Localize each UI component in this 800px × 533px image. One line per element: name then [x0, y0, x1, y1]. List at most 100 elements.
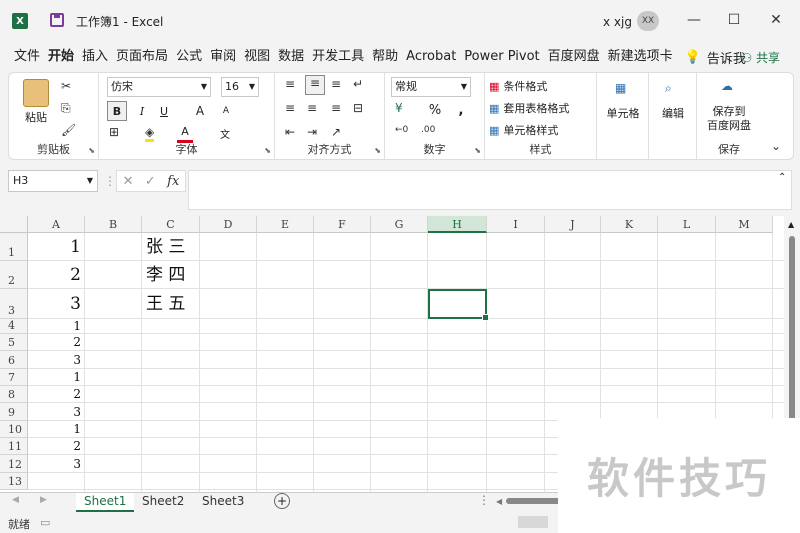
column-header-f[interactable]: F [314, 216, 371, 233]
phonetic-button[interactable]: 文 [217, 123, 233, 143]
column-header-b[interactable]: B [85, 216, 142, 233]
user-name[interactable]: x xjg [603, 15, 632, 29]
align-middle-icon[interactable]: ≡ [305, 75, 325, 95]
column-header-c[interactable]: C [142, 216, 200, 233]
increase-indent-icon[interactable]: ⇥ [307, 125, 317, 139]
row-header-8[interactable]: 8 [0, 386, 28, 403]
cells-button[interactable]: 单元格 [597, 105, 649, 121]
tab-sheet3[interactable]: Sheet3 [194, 493, 252, 512]
cell-a10[interactable]: 1 [28, 421, 81, 438]
italic-button[interactable]: I [133, 101, 151, 121]
fill-color-icon[interactable]: ◈ [145, 125, 155, 142]
scroll-left-icon[interactable]: ◀ [496, 497, 502, 506]
paste-button[interactable]: 粘贴 [21, 109, 51, 125]
decrease-indent-icon[interactable]: ⇤ [285, 125, 295, 139]
menu-acrobat[interactable]: Acrobat [402, 45, 460, 69]
row-header-6[interactable]: 6 [0, 351, 28, 369]
cell-a7[interactable]: 1 [28, 369, 81, 386]
active-cell-selection[interactable] [428, 289, 489, 321]
select-all-corner[interactable] [0, 216, 28, 233]
menu-power-pivot[interactable]: Power Pivot [460, 45, 543, 69]
save-icon[interactable] [50, 13, 64, 27]
font-color-button[interactable]: A [177, 123, 193, 143]
paste-icon[interactable] [23, 79, 49, 107]
row-header-5[interactable]: 5 [0, 334, 28, 351]
cell-styles-button[interactable]: ▦ 单元格样式 [489, 121, 558, 139]
cell-a5[interactable]: 2 [28, 334, 81, 351]
row-header-4[interactable]: 4 [0, 319, 28, 334]
vertical-scroll-thumb[interactable] [789, 236, 795, 426]
bold-button[interactable]: B [107, 101, 127, 121]
menu-page-layout[interactable]: 页面布局 [112, 45, 172, 69]
cell-a12[interactable]: 3 [28, 455, 81, 473]
column-header-k[interactable]: K [601, 216, 658, 233]
column-header-a[interactable]: A [28, 216, 85, 233]
menu-home[interactable]: 开始 [44, 45, 78, 69]
row-header-13[interactable]: 13 [0, 473, 28, 490]
menu-developer[interactable]: 开发工具 [308, 45, 368, 69]
scroll-up-icon[interactable]: ▲ [788, 220, 794, 229]
maximize-button[interactable]: ☐ [724, 10, 744, 30]
tab-sheet2[interactable]: Sheet2 [134, 493, 192, 512]
underline-button[interactable]: U [155, 101, 173, 121]
dialog-launcher-icon[interactable]: ⬊ [474, 146, 481, 155]
share-button[interactable]: ⚇ 共享 [741, 49, 780, 66]
cancel-icon[interactable]: ✕ [123, 174, 134, 189]
enter-icon[interactable]: ✓ [145, 174, 156, 189]
font-size-select[interactable]: 16 ▼ [221, 77, 259, 97]
cell-a11[interactable]: 2 [28, 438, 81, 455]
align-center-icon[interactable]: ≡ [307, 101, 317, 115]
cut-icon[interactable]: ✂ [61, 79, 71, 93]
cell-c3[interactable]: 王 五 [146, 289, 185, 319]
cell-a8[interactable]: 2 [28, 386, 81, 403]
menu-help[interactable]: 帮助 [368, 45, 402, 69]
grow-font-button[interactable]: A [191, 101, 209, 121]
column-header-j[interactable]: J [545, 216, 601, 233]
expand-formula-icon[interactable]: ⌃ [778, 172, 786, 183]
search-icon[interactable]: ⌕ [665, 81, 672, 96]
row-header-10[interactable]: 10 [0, 421, 28, 438]
tab-sheet1[interactable]: Sheet1 [76, 493, 135, 512]
menu-data[interactable]: 数据 [274, 45, 308, 69]
merge-icon[interactable]: ⊟ [353, 101, 363, 115]
decrease-decimal-icon[interactable]: .00 [421, 125, 435, 135]
horizontal-scroll-thumb[interactable] [506, 498, 566, 504]
row-header-11[interactable]: 11 [0, 438, 28, 455]
baidu-label[interactable]: 百度网盘 [697, 117, 761, 133]
collapse-ribbon-icon[interactable]: ⌄ [771, 139, 781, 153]
dialog-launcher-icon[interactable]: ⬊ [88, 146, 95, 155]
tab-prev-icon[interactable]: ◀ [12, 495, 19, 505]
menu-new-tab[interactable]: 新建选项卡 [604, 45, 677, 69]
cell-a2[interactable]: 2 [28, 261, 81, 289]
menu-review[interactable]: 审阅 [206, 45, 240, 69]
cell-a1[interactable]: 1 [28, 233, 81, 261]
minimize-button[interactable]: — [684, 10, 704, 30]
tab-next-icon[interactable]: ▶ [40, 495, 47, 505]
avatar[interactable]: XX [637, 11, 659, 31]
cells-icon[interactable]: ▦ [615, 81, 626, 95]
add-sheet-button[interactable]: + [274, 493, 290, 509]
editing-button[interactable]: 编辑 [649, 105, 697, 121]
name-box[interactable]: H3 ▼ [8, 170, 98, 192]
row-header-2[interactable]: 2 [0, 261, 28, 289]
cell-c2[interactable]: 李 四 [146, 261, 185, 289]
orientation-icon[interactable]: ↗ [331, 125, 341, 139]
number-format-select[interactable]: 常规 ▼ [391, 77, 471, 97]
cell-a4[interactable]: 1 [28, 319, 81, 334]
currency-icon[interactable]: ¥ [395, 101, 403, 115]
wrap-text-icon[interactable]: ↵ [353, 77, 363, 91]
align-right-icon[interactable]: ≡ [331, 101, 341, 115]
cell-a9[interactable]: 3 [28, 403, 81, 421]
column-header-i[interactable]: I [487, 216, 545, 233]
align-bottom-icon[interactable]: ≡ [331, 77, 341, 91]
column-header-m[interactable]: M [716, 216, 773, 233]
copy-icon[interactable]: ⎘ [61, 101, 71, 116]
column-header-l[interactable]: L [658, 216, 716, 233]
format-as-table-button[interactable]: ▦ 套用表格格式 [489, 99, 569, 117]
cloud-icon[interactable]: ☁ [721, 79, 733, 93]
row-header-3[interactable]: 3 [0, 289, 28, 319]
formula-input[interactable] [188, 170, 792, 210]
menu-baidu[interactable]: 百度网盘 [544, 45, 604, 69]
cell-a3[interactable]: 3 [28, 289, 81, 319]
column-header-e[interactable]: E [257, 216, 314, 233]
